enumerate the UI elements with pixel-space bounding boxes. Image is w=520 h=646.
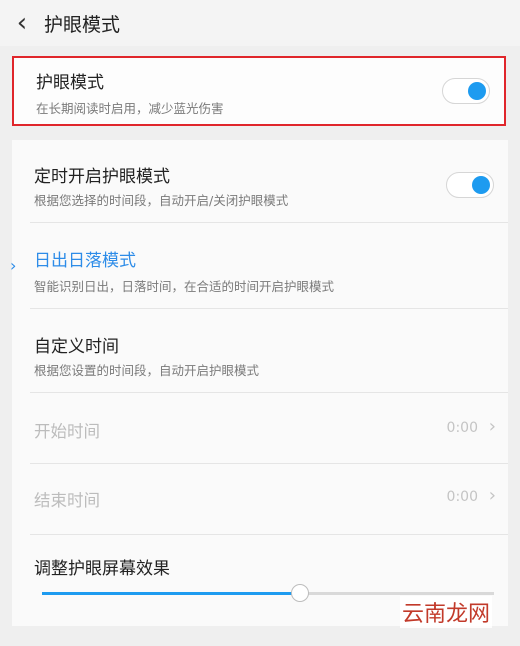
custom-time-row[interactable]: 自定义时间 根据您设置的时间段，自动开启护眼模式 [12, 310, 508, 394]
chevron-right-icon: › [488, 416, 496, 437]
start-time-label: 开始时间 [34, 422, 100, 441]
custom-time-subtitle: 根据您设置的时间段，自动开启护眼模式 [34, 363, 260, 378]
scheduled-title: 定时开启护眼模式 [34, 167, 170, 187]
end-time-label: 结束时间 [34, 491, 100, 510]
page-title: 护眼模式 [44, 13, 121, 36]
divider [30, 308, 508, 309]
divider [30, 392, 508, 393]
watermark-logo: 云南龙网 [399, 596, 492, 628]
chevron-left-icon: ‹ [16, 8, 28, 38]
eye-care-toggle[interactable] [442, 78, 490, 104]
sunrise-sunset-title: 日出日落模式 [34, 251, 136, 271]
eye-care-row[interactable]: 护眼模式 在长期阅读时启用，减少蓝光伤害 [14, 58, 504, 124]
slider-fill [42, 592, 300, 595]
divider [30, 463, 508, 464]
schedule-settings-card: 定时开启护眼模式 根据您选择的时间段，自动开启/关闭护眼模式 › 日出日落模式 … [10, 140, 508, 626]
toggle-knob [472, 176, 490, 194]
top-bar: ‹ 护眼模式 [0, 0, 520, 46]
chevron-right-icon: › [488, 485, 496, 506]
scheduled-toggle[interactable] [446, 172, 494, 198]
back-button[interactable]: ‹ [0, 0, 44, 46]
selected-chevron-icon: › [10, 256, 17, 275]
divider [30, 222, 508, 223]
effect-slider[interactable] [42, 584, 494, 602]
scheduled-row[interactable]: 定时开启护眼模式 根据您选择的时间段，自动开启/关闭护眼模式 [12, 140, 508, 218]
custom-time-title: 自定义时间 [34, 337, 119, 357]
eye-care-title: 护眼模式 [36, 73, 104, 93]
toggle-knob [468, 82, 486, 100]
scheduled-subtitle: 根据您选择的时间段，自动开启/关闭护眼模式 [34, 193, 289, 208]
end-time-row[interactable]: 结束时间 0:00 › [12, 465, 508, 535]
end-time-value: 0:00 [446, 489, 478, 505]
sunrise-sunset-subtitle: 智能识别日出，日落时间，在合适的时间开启护眼模式 [34, 279, 335, 294]
slider-thumb[interactable] [290, 584, 309, 602]
eye-care-card: 护眼模式 在长期阅读时启用，减少蓝光伤害 [12, 56, 506, 126]
effect-title: 调整护眼屏幕效果 [34, 559, 170, 579]
divider [30, 534, 508, 535]
start-time-row[interactable]: 开始时间 0:00 › [12, 394, 508, 464]
start-time-value: 0:00 [446, 420, 478, 436]
sunrise-sunset-row[interactable]: › 日出日落模式 智能识别日出，日落时间，在合适的时间开启护眼模式 [10, 224, 508, 310]
eye-care-subtitle: 在长期阅读时启用，减少蓝光伤害 [36, 101, 224, 116]
